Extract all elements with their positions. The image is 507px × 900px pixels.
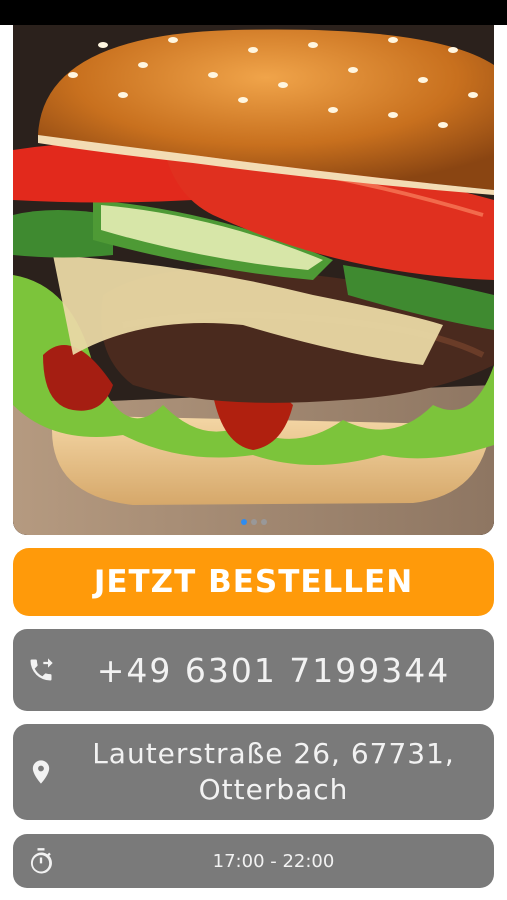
- phone-number[interactable]: +49 6301 7199344: [73, 629, 474, 711]
- burger-photo: [13, 25, 494, 535]
- hours-card: 17:00 - 22:00: [13, 834, 494, 888]
- order-now-label: JETZT BESTELLEN: [93, 564, 414, 600]
- location-pin-icon: [27, 758, 55, 786]
- order-now-button[interactable]: JETZT BESTELLEN: [13, 548, 494, 616]
- phone-forward-icon: [27, 656, 55, 684]
- carousel-dot-2[interactable]: [250, 519, 257, 525]
- carousel-dot-3[interactable]: [260, 519, 267, 525]
- address-text[interactable]: Lauterstraße 26, 67731, Otterbach: [73, 724, 474, 820]
- address-line-2: Otterbach: [198, 773, 349, 806]
- status-bar: [0, 0, 507, 25]
- carousel-dot-1[interactable]: [240, 519, 247, 525]
- address-line-1: Lauterstraße 26, 67731,: [92, 737, 455, 770]
- opening-hours: 17:00 - 22:00: [212, 850, 335, 872]
- hero-image-carousel[interactable]: [13, 25, 494, 535]
- stopwatch-icon: [27, 847, 55, 875]
- address-card[interactable]: Lauterstraße 26, 67731, Otterbach: [13, 724, 494, 820]
- carousel-indicator[interactable]: [13, 519, 494, 525]
- phone-card[interactable]: +49 6301 7199344: [13, 629, 494, 711]
